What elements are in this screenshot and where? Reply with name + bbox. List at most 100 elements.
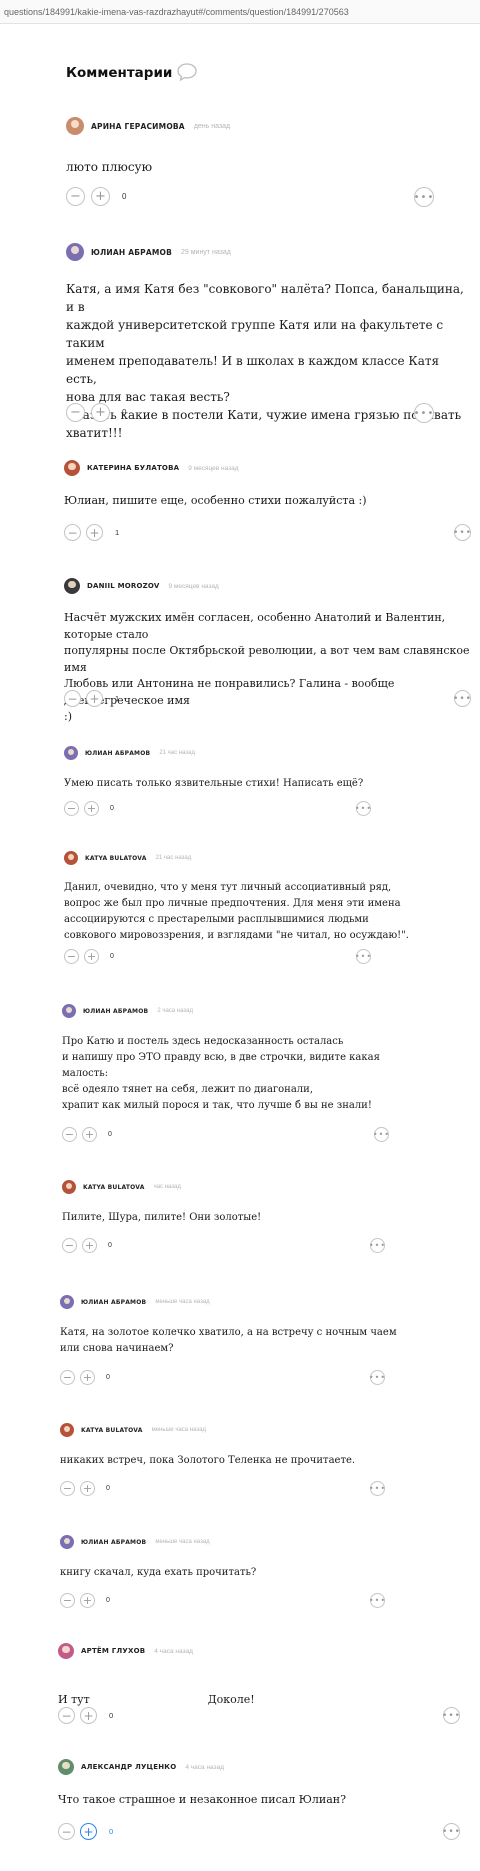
- vote-score: 0: [108, 1131, 112, 1138]
- vote-score: 0: [110, 953, 114, 960]
- vote-score: 0: [108, 1242, 112, 1249]
- comment: KATYA BULATOVA час назад Пилите, Шура, п…: [62, 1177, 472, 1253]
- comment: KATYA BULATOVA 21 час назад Данил, очеви…: [64, 848, 474, 964]
- comment-time: 4 часа назад: [154, 1647, 193, 1655]
- ellipsis-icon[interactable]: •••: [453, 524, 471, 541]
- comment-author[interactable]: ЮЛИАН АБРАМОВ: [85, 750, 150, 757]
- minus-icon[interactable]: −: [66, 187, 85, 206]
- plus-icon[interactable]: +: [86, 690, 103, 707]
- comments-heading: Комментарии: [66, 65, 173, 81]
- minus-icon[interactable]: −: [64, 524, 81, 541]
- comment-text: Пилите, Шура, пилите! Они золотые!: [62, 1212, 262, 1223]
- avatar[interactable]: [60, 1423, 74, 1437]
- comment-author[interactable]: DANIIL MOROZOV: [87, 582, 160, 590]
- comment-author[interactable]: KATYA BULATOVA: [83, 1184, 145, 1191]
- comment-author[interactable]: КАТЕРИНА БУЛАТОВА: [87, 464, 179, 472]
- avatar[interactable]: [62, 1180, 76, 1194]
- avatar[interactable]: [66, 117, 84, 135]
- avatar[interactable]: [62, 1004, 76, 1018]
- comment: ЮЛИАН АБРАМОВ меньше часа назад книгу ск…: [60, 1532, 470, 1608]
- comment-time: меньше часа назад: [155, 1299, 210, 1305]
- minus-icon[interactable]: −: [62, 1238, 77, 1253]
- comment: ЮЛИАН АБРАМОВ 29 минут назад Катя, а имя…: [66, 242, 466, 442]
- avatar[interactable]: [58, 1643, 74, 1659]
- comment-author[interactable]: KATYA BULATOVA: [81, 1427, 143, 1434]
- plus-icon[interactable]: +: [82, 1127, 97, 1142]
- plus-icon[interactable]: +: [84, 801, 99, 816]
- comment-text: И тут Доколе!: [58, 1675, 472, 1708]
- avatar[interactable]: [58, 1759, 74, 1775]
- minus-icon[interactable]: −: [60, 1593, 75, 1608]
- ellipsis-icon[interactable]: •••: [355, 801, 371, 816]
- ellipsis-icon[interactable]: •••: [369, 1370, 385, 1385]
- minus-icon[interactable]: −: [64, 690, 81, 707]
- ellipsis-icon[interactable]: •••: [369, 1481, 385, 1496]
- comment: ЮЛИАН АБРАМОВ 2 часа назад Про Катю и по…: [62, 1001, 472, 1142]
- plus-icon[interactable]: +: [80, 1707, 97, 1724]
- minus-icon[interactable]: −: [58, 1823, 75, 1840]
- plus-icon[interactable]: +: [84, 949, 99, 964]
- vote-score: 0: [110, 805, 114, 812]
- comment-text: Катя, на золотое колечко хватило, а на в…: [60, 1327, 397, 1354]
- avatar[interactable]: [64, 460, 80, 476]
- comment: АРТЁМ ГЛУХОВ 4 часа назад И тут Доколе! −…: [58, 1641, 472, 1724]
- vote-score: 0: [106, 1374, 110, 1381]
- avatar[interactable]: [64, 578, 80, 594]
- comment-author[interactable]: АЛЕКСАНДР ЛУЦЕНКО: [81, 1763, 176, 1771]
- comment: АЛЕКСАНДР ЛУЦЕНКО 4 часа назад Что такое…: [58, 1757, 472, 1840]
- comment-author[interactable]: ЮЛИАН АБРАМОВ: [81, 1299, 146, 1306]
- comment-text: книгу скачал, куда ехать прочитать?: [60, 1567, 257, 1578]
- comment-text: Юлиан, пишите еще, особенно стихи пожалу…: [64, 494, 367, 507]
- comment-author[interactable]: ЮЛИАН АБРАМОВ: [81, 1539, 146, 1546]
- plus-icon[interactable]: +: [80, 1823, 97, 1840]
- minus-icon[interactable]: −: [62, 1127, 77, 1142]
- ellipsis-icon[interactable]: •••: [355, 949, 371, 964]
- plus-icon[interactable]: +: [82, 1238, 97, 1253]
- avatar[interactable]: [60, 1535, 74, 1549]
- minus-icon[interactable]: −: [60, 1481, 75, 1496]
- vote-score: 0: [106, 1485, 110, 1492]
- avatar[interactable]: [66, 243, 84, 261]
- comment-text: Насчёт мужских имён согласен, особенно А…: [64, 611, 470, 723]
- comment-time: день назад: [193, 122, 231, 130]
- minus-icon[interactable]: −: [66, 403, 85, 422]
- avatar[interactable]: [64, 851, 78, 865]
- comment-time: 2 часа назад: [157, 1008, 193, 1014]
- minus-icon[interactable]: −: [64, 801, 79, 816]
- plus-icon[interactable]: +: [86, 524, 103, 541]
- comment-author[interactable]: АРИНА ГЕРАСИМОВА: [91, 122, 185, 131]
- vote-score: 0: [106, 1597, 110, 1604]
- plus-icon[interactable]: +: [91, 403, 110, 422]
- comment-author[interactable]: ЮЛИАН АБРАМОВ: [91, 248, 172, 257]
- comment-time: меньше часа назад: [151, 1427, 206, 1433]
- avatar[interactable]: [60, 1295, 74, 1309]
- vote-score: 0: [109, 1711, 114, 1720]
- vote-score: 1: [115, 528, 120, 537]
- comment-author[interactable]: KATYA BULATOVA: [85, 855, 147, 862]
- plus-icon[interactable]: +: [80, 1481, 95, 1496]
- ellipsis-icon[interactable]: •••: [414, 187, 434, 207]
- ellipsis-icon[interactable]: •••: [453, 690, 471, 707]
- comment-text: никаких встреч, пока Золотого Теленка не…: [60, 1455, 356, 1466]
- ellipsis-icon[interactable]: •••: [369, 1238, 385, 1253]
- comment-text: Данил, очевидно, что у меня тут личный а…: [64, 882, 409, 941]
- ellipsis-icon[interactable]: •••: [442, 1707, 460, 1724]
- minus-icon[interactable]: −: [60, 1370, 75, 1385]
- ellipsis-icon[interactable]: •••: [414, 403, 434, 423]
- comment: ЮЛИАН АБРАМОВ 21 час назад Умею писать т…: [64, 743, 474, 816]
- plus-icon[interactable]: +: [80, 1370, 95, 1385]
- comment-time: 9 месяцев назад: [188, 464, 239, 472]
- ellipsis-icon[interactable]: •••: [373, 1127, 389, 1142]
- address-bar[interactable]: questions/184991/kakie-imena-vas-razdraz…: [0, 0, 480, 24]
- plus-icon[interactable]: +: [91, 187, 110, 206]
- minus-icon[interactable]: −: [64, 949, 79, 964]
- ellipsis-icon[interactable]: •••: [442, 1823, 460, 1840]
- comment-time: 29 минут назад: [180, 248, 231, 256]
- plus-icon[interactable]: +: [80, 1593, 95, 1608]
- minus-icon[interactable]: −: [58, 1707, 75, 1724]
- comment-author[interactable]: АРТЁМ ГЛУХОВ: [81, 1647, 145, 1655]
- ellipsis-icon[interactable]: •••: [369, 1593, 385, 1608]
- comment-text-part: И тут: [58, 1692, 90, 1706]
- avatar[interactable]: [64, 746, 78, 760]
- comment-author[interactable]: ЮЛИАН АБРАМОВ: [83, 1008, 148, 1015]
